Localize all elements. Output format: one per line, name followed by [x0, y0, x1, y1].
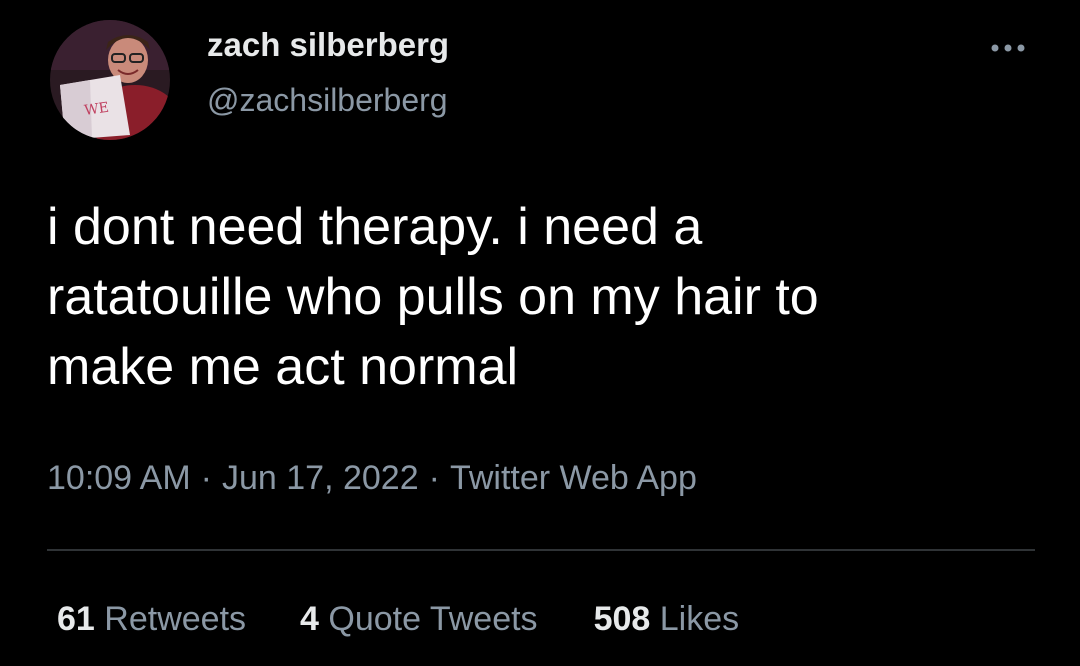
author-handle[interactable]: @zachsilberberg — [207, 82, 448, 119]
tweet-time[interactable]: 10:09 AM — [47, 459, 191, 497]
quote-tweets-count: 4 — [300, 600, 319, 638]
likes-stat[interactable]: 508 Likes — [594, 600, 740, 639]
tweet-source[interactable]: Twitter Web App — [450, 459, 697, 497]
tweet-date[interactable]: Jun 17, 2022 — [222, 459, 419, 497]
quote-tweets-stat[interactable]: 4 Quote Tweets — [300, 600, 538, 639]
tweet-text: i dont need therapy. i need a ratatouill… — [47, 192, 1037, 402]
retweets-stat[interactable]: 61 Retweets — [57, 600, 246, 639]
likes-count: 508 — [593, 600, 651, 638]
likes-label: Likes — [659, 600, 740, 638]
meta-separator: · — [200, 459, 212, 497]
meta-separator: · — [428, 459, 440, 497]
tweet-line: ratatouille who pulls on my hair to — [47, 268, 819, 326]
tweet-line: i dont need therapy. i need a — [47, 198, 703, 256]
tweet-meta: 10:09 AM · Jun 17, 2022 · Twitter Web App — [47, 459, 697, 498]
more-options-icon[interactable] — [987, 34, 1029, 62]
svg-text:WE: WE — [83, 100, 110, 119]
quote-tweets-label: Quote Tweets — [328, 600, 538, 638]
tweet-stats: 61 Retweets 4 Quote Tweets 508 Likes — [57, 600, 739, 639]
author-display-name[interactable]: zach silberberg — [207, 26, 449, 64]
profile-photo-icon: WE — [50, 20, 170, 140]
retweets-label: Retweets — [104, 600, 247, 638]
divider — [47, 549, 1035, 551]
avatar[interactable]: WE — [50, 20, 170, 140]
retweets-count: 61 — [57, 600, 95, 638]
tweet-line: make me act normal — [47, 338, 519, 396]
